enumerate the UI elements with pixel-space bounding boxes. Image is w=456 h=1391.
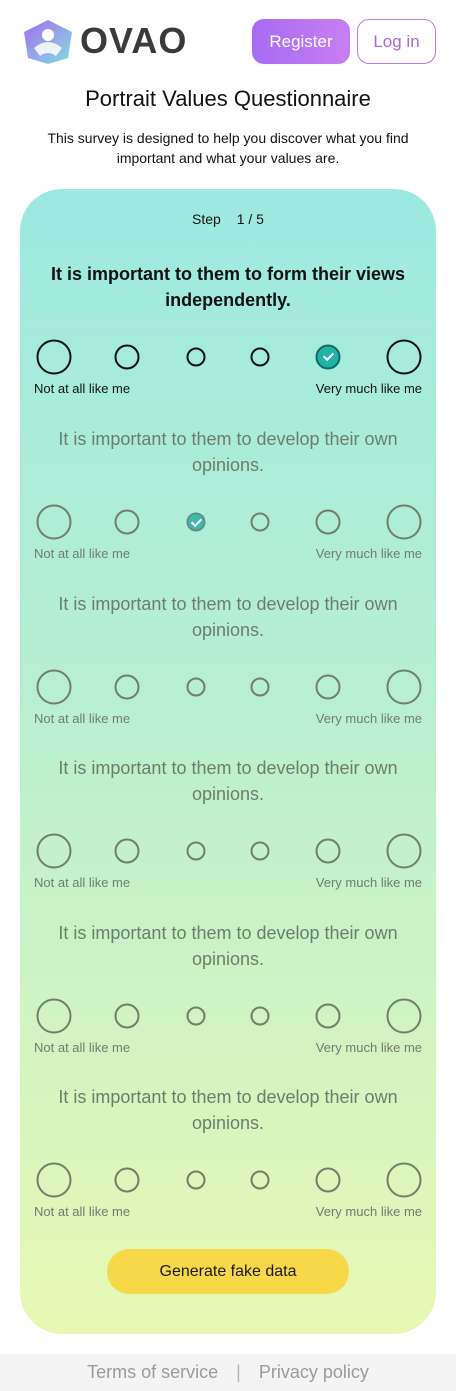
- login-button[interactable]: Log in: [357, 19, 436, 64]
- rating-option-6[interactable]: [386, 339, 422, 375]
- scale-label-left: Not at all like me: [34, 381, 131, 396]
- rating-option-2[interactable]: [114, 674, 140, 700]
- rating-option-5[interactable]: [315, 1167, 341, 1193]
- rating-option-1[interactable]: [36, 504, 72, 540]
- privacy-policy-link[interactable]: Privacy policy: [259, 1362, 369, 1382]
- rating-option-4[interactable]: [250, 347, 270, 367]
- rating-option-6[interactable]: [386, 669, 422, 705]
- scale-label-right: Very much like me: [315, 546, 422, 561]
- question-text: It is important to them to develop their…: [58, 758, 398, 804]
- question-text: It is important to them to develop their…: [58, 429, 398, 475]
- scale-labels: Not at all like me Very much like me: [20, 711, 436, 729]
- scale-labels: Not at all like me Very much like me: [20, 381, 436, 399]
- header: OVAO Register Log in: [0, 0, 456, 80]
- rating-option-5[interactable]: [315, 509, 341, 535]
- rating-option-6[interactable]: [386, 504, 422, 540]
- scale-label-right: Very much like me: [315, 711, 422, 726]
- step-value: 1 / 5: [236, 211, 264, 227]
- step-indicator: Step 1 / 5: [20, 211, 436, 227]
- rating-option-1[interactable]: [36, 669, 72, 705]
- generate-fake-data-button[interactable]: Generate fake data: [107, 1249, 349, 1294]
- question-4: It is important to them to develop their…: [20, 755, 436, 893]
- scale-labels: Not at all like me Very much like me: [20, 546, 436, 564]
- register-button[interactable]: Register: [252, 19, 350, 64]
- rating-option-2[interactable]: [114, 1167, 140, 1193]
- scale-label-left: Not at all like me: [34, 1204, 131, 1219]
- rating-option-2[interactable]: [114, 1003, 140, 1029]
- rating-scale: [20, 502, 436, 542]
- rating-option-2[interactable]: [114, 344, 140, 370]
- rating-scale: [20, 1160, 436, 1200]
- question-5: It is important to them to develop their…: [20, 920, 436, 1058]
- page-title: Portrait Values Questionnaire: [85, 86, 371, 111]
- scale-label-left: Not at all like me: [34, 546, 131, 561]
- scale-labels: Not at all like me Very much like me: [20, 1204, 436, 1222]
- step-label: Step: [192, 211, 221, 227]
- rating-option-6[interactable]: [386, 833, 422, 869]
- rating-option-1[interactable]: [36, 1162, 72, 1198]
- rating-option-3[interactable]: [186, 347, 206, 367]
- scale-label-right: Very much like me: [315, 875, 422, 890]
- rating-option-6[interactable]: [386, 998, 422, 1034]
- rating-option-1[interactable]: [36, 833, 72, 869]
- rating-option-5[interactable]: [315, 838, 341, 864]
- question-3: It is important to them to develop their…: [20, 591, 436, 729]
- rating-option-5[interactable]: [315, 674, 341, 700]
- scale-label-right: Very much like me: [315, 1040, 422, 1055]
- rating-option-3-selected[interactable]: [186, 512, 206, 532]
- question-text: It is important to them to form their vi…: [50, 264, 406, 310]
- footer: Terms of service | Privacy policy: [0, 1354, 456, 1391]
- question-text: It is important to them to develop their…: [58, 1087, 398, 1133]
- rating-option-3[interactable]: [186, 677, 206, 697]
- rating-scale: [20, 667, 436, 707]
- logo-text: OVAO: [80, 20, 188, 61]
- rating-option-4[interactable]: [250, 841, 270, 861]
- rating-option-1[interactable]: [36, 998, 72, 1034]
- question-6: It is important to them to develop their…: [20, 1084, 436, 1222]
- rating-option-6[interactable]: [386, 1162, 422, 1198]
- scale-label-left: Not at all like me: [34, 711, 131, 726]
- scale-labels: Not at all like me Very much like me: [20, 1040, 436, 1058]
- rating-option-1[interactable]: [36, 339, 72, 375]
- scale-label-left: Not at all like me: [34, 875, 131, 890]
- question-2: It is important to them to develop their…: [20, 426, 436, 564]
- rating-option-3[interactable]: [186, 1006, 206, 1026]
- question-1: It is important to them to form their vi…: [20, 261, 436, 399]
- rating-option-4[interactable]: [250, 1170, 270, 1190]
- rating-scale: [20, 337, 436, 377]
- question-text: It is important to them to develop their…: [58, 923, 398, 969]
- rating-option-2[interactable]: [114, 509, 140, 535]
- rating-option-3[interactable]: [186, 1170, 206, 1190]
- scale-label-right: Very much like me: [315, 381, 422, 396]
- question-text: It is important to them to develop their…: [58, 594, 398, 640]
- rating-scale: [20, 996, 436, 1036]
- scale-labels: Not at all like me Very much like me: [20, 875, 436, 893]
- rating-option-5[interactable]: [315, 1003, 341, 1029]
- questionnaire-card: Step 1 / 5 It is important to them to fo…: [20, 189, 436, 1334]
- footer-separator: |: [236, 1362, 241, 1382]
- rating-option-3[interactable]: [186, 841, 206, 861]
- rating-option-4[interactable]: [250, 1006, 270, 1026]
- scale-label-right: Very much like me: [315, 1204, 422, 1219]
- rating-scale: [20, 831, 436, 871]
- terms-of-service-link[interactable]: Terms of service: [87, 1362, 218, 1382]
- rating-option-4[interactable]: [250, 677, 270, 697]
- page-intro: This survey is designed to help you disc…: [47, 130, 409, 166]
- scale-label-left: Not at all like me: [34, 1040, 131, 1055]
- rating-option-5-selected[interactable]: [315, 344, 341, 370]
- rating-option-2[interactable]: [114, 838, 140, 864]
- rating-option-4[interactable]: [250, 512, 270, 532]
- ovao-logo-icon[interactable]: [22, 18, 74, 64]
